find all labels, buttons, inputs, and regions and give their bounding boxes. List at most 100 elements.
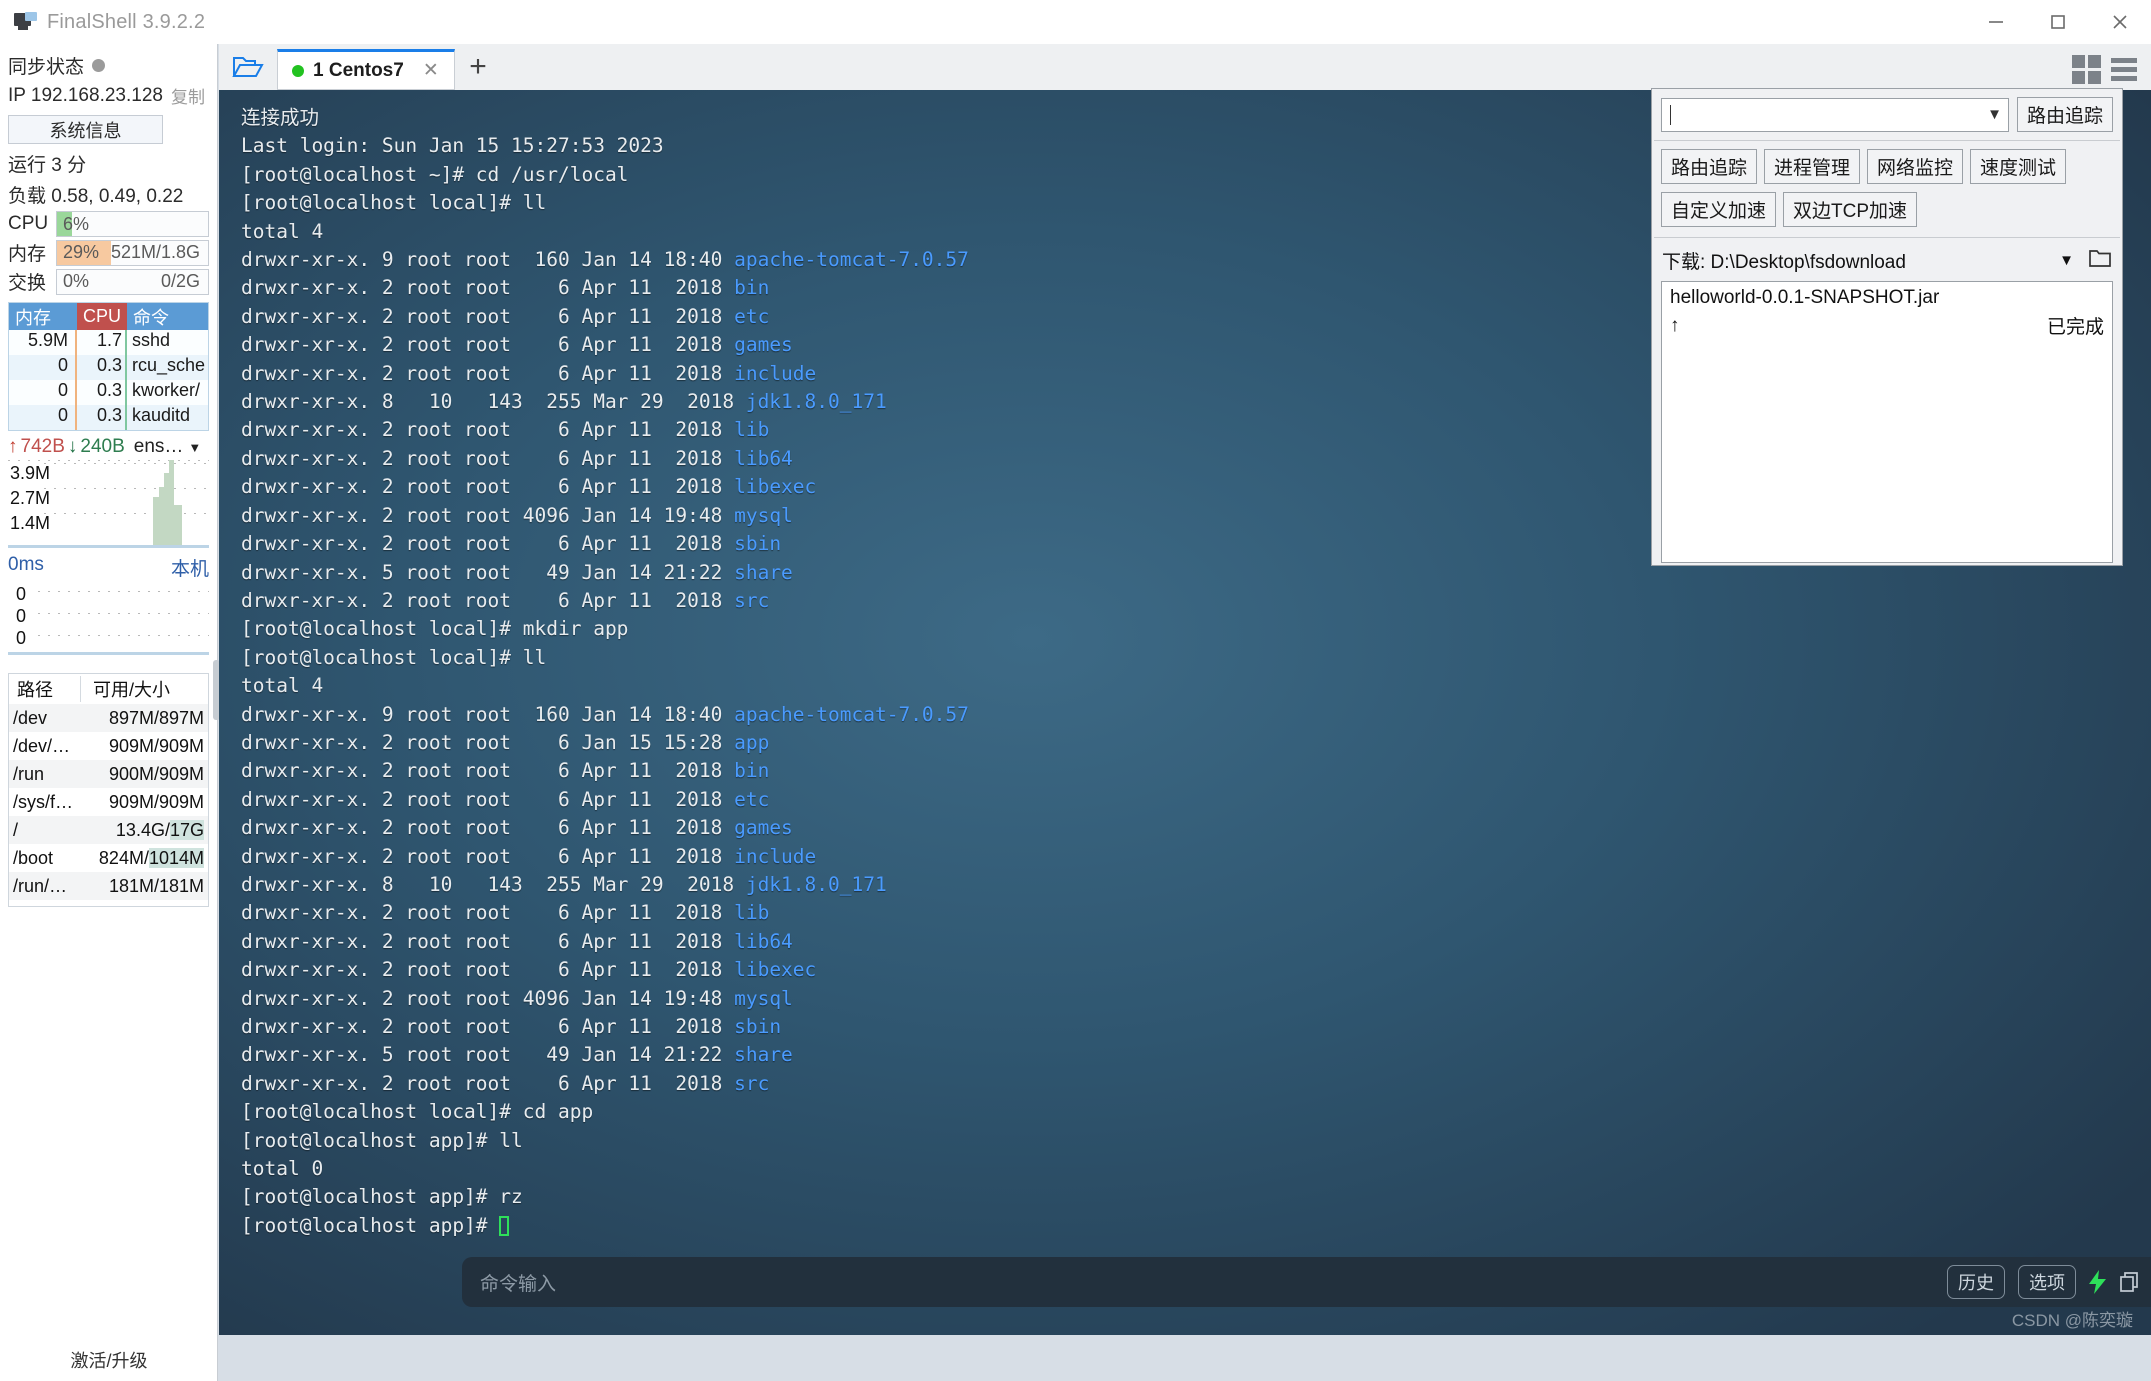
command-input-bar[interactable]: 命令输入 历史 选项 xyxy=(462,1257,2151,1307)
chevron-down-icon[interactable]: ▼ xyxy=(2059,252,2074,269)
terminal-directory: bin xyxy=(734,276,770,300)
terminal-line: drwxr-xr-x. 5 root root 49 Jan 14 21:22 … xyxy=(241,1043,793,1067)
bolt-icon[interactable] xyxy=(2089,1270,2106,1294)
app-logo-icon xyxy=(14,12,38,32)
table-row[interactable]: 5.9M 1.7 sshd xyxy=(9,330,208,355)
chevron-down-icon[interactable]: ▼ xyxy=(1987,106,2002,123)
table-row[interactable]: 0 0.3 kworker/ xyxy=(9,380,208,405)
load-row: 负载 0.58, 0.49, 0.22 xyxy=(0,179,217,210)
chevron-down-icon[interactable]: ▼ xyxy=(188,440,201,455)
process-command: kworker/ xyxy=(132,380,201,400)
disk-usage-table: 路径 可用/大小 /dev 897M/897M /dev/… 909M/909M… xyxy=(8,673,209,907)
terminal-line: total 0 xyxy=(241,1157,324,1181)
finalshell-window: FinalShell 3.9.2.2 同步状态 IP 192.168.23.12… xyxy=(0,0,2151,1381)
title-bar: FinalShell 3.9.2.2 xyxy=(0,0,2151,44)
disk-path: / xyxy=(13,819,19,840)
terminal-line: [root@localhost app]# ll xyxy=(241,1128,523,1152)
tab-status-icon xyxy=(292,64,304,77)
uptime-row: 运行 3 分 xyxy=(0,148,217,179)
new-tab-button[interactable]: + xyxy=(455,44,501,90)
terminal-directory: sbin xyxy=(734,532,782,556)
terminal-line: drwxr-xr-x. 2 root root 6 Apr 11 2018 ga… xyxy=(241,816,793,840)
tab-speed-test[interactable]: 速度测试 xyxy=(1970,149,2067,184)
system-info-button[interactable]: 系统信息 xyxy=(8,115,163,144)
tab-centos7[interactable]: 1 Centos7 ✕ xyxy=(277,49,455,90)
disk-size: 824M/1014M xyxy=(98,847,204,868)
download-rate: 240B xyxy=(80,436,125,457)
ip-address-label: IP 192.168.23.128 xyxy=(8,84,163,106)
ping-header: 0ms 本机 xyxy=(0,548,217,583)
disk-size: 900M/909M xyxy=(108,763,204,784)
table-row[interactable]: /sys/f… 909M/909M xyxy=(9,788,208,816)
watermark: CSDN @陈奕璇 xyxy=(2011,1311,2133,1330)
table-row[interactable]: / 13.4G/17G xyxy=(9,816,208,844)
terminal-prompt-line: [root@localhost app]# xyxy=(241,1212,2151,1240)
close-icon[interactable]: ✕ xyxy=(423,59,439,82)
terminal-line: drwxr-xr-x. 2 root root 6 Apr 11 2018 li… xyxy=(241,958,817,982)
table-row[interactable]: /dev 897M/897M xyxy=(9,704,208,732)
process-header-memory[interactable]: 内存 xyxy=(9,303,77,330)
download-list[interactable]: helloworld-0.0.1-SNAPSHOT.jar ↑ 已完成 xyxy=(1661,281,2113,563)
process-header-command[interactable]: 命令 xyxy=(127,303,208,330)
options-button[interactable]: 选项 xyxy=(2018,1265,2076,1299)
text-cursor xyxy=(1670,104,1671,125)
copy-icon[interactable] xyxy=(2119,1271,2141,1293)
network-traffic-graph: 3.9M 2.7M 1.4M xyxy=(8,460,209,548)
table-row[interactable]: /run/… 181M/181M xyxy=(9,872,208,900)
disk-size: 909M/909M xyxy=(108,791,204,812)
open-folder-icon[interactable] xyxy=(219,44,277,90)
disk-size-highlight: 17G xyxy=(169,819,204,840)
terminal-directory: games xyxy=(734,816,793,840)
ip-row: IP 192.168.23.128 复制 xyxy=(0,81,217,110)
ping-host-label[interactable]: 本机 xyxy=(171,554,209,581)
process-table-header: 内存 CPU 命令 xyxy=(9,303,208,330)
tab-bar: 1 Centos7 ✕ + xyxy=(219,44,2151,90)
list-item[interactable]: helloworld-0.0.1-SNAPSHOT.jar ↑ 已完成 xyxy=(1670,287,2104,339)
terminal-line: drwxr-xr-x. 2 root root 6 Apr 11 2018 sr… xyxy=(241,588,770,612)
copy-ip-button[interactable]: 复制 xyxy=(171,83,205,108)
tab-network-monitor[interactable]: 网络监控 xyxy=(1867,149,1964,184)
folder-icon[interactable] xyxy=(2088,248,2112,274)
tab-process-manager[interactable]: 进程管理 xyxy=(1764,149,1861,184)
list-layout-icon[interactable] xyxy=(2111,58,2137,81)
tcp-accel-button[interactable]: 双边TCP加速 xyxy=(1783,192,1918,227)
network-y-label-3: 1.4M xyxy=(10,513,51,533)
terminal-directory: lib xyxy=(734,418,770,442)
table-row[interactable]: /run 900M/909M xyxy=(9,760,208,788)
process-command: kauditd xyxy=(132,405,191,425)
tab-route-trace[interactable]: 路由追踪 xyxy=(1661,149,1758,184)
swap-detail: 0/2G xyxy=(160,271,200,291)
process-memory: 0 xyxy=(9,405,77,430)
ping-y-label-3: 0 xyxy=(16,628,27,648)
disk-header-path[interactable]: 路径 xyxy=(9,676,81,702)
disk-header-size[interactable]: 可用/大小 xyxy=(81,676,208,702)
host-combobox[interactable]: ▼ xyxy=(1661,97,2009,132)
disk-size: 181M/181M xyxy=(108,875,204,896)
network-bars xyxy=(153,460,183,545)
process-command: sshd xyxy=(132,330,171,350)
download-file-meta: ↑ 已完成 xyxy=(1670,312,2104,339)
upload-arrow-icon: ↑ xyxy=(8,436,18,457)
custom-accel-button[interactable]: 自定义加速 xyxy=(1661,192,1777,227)
grid-layout-icon[interactable] xyxy=(2072,55,2101,84)
terminal-directory: etc xyxy=(734,787,770,811)
minimize-button[interactable] xyxy=(1965,0,2027,44)
command-input[interactable]: 命令输入 xyxy=(480,1269,556,1296)
close-button[interactable] xyxy=(2089,0,2151,44)
history-button[interactable]: 历史 xyxy=(1947,1265,2005,1299)
activate-upgrade-link[interactable]: 激活/升级 xyxy=(0,1347,217,1373)
terminal-line: drwxr-xr-x. 2 root root 6 Apr 11 2018 in… xyxy=(241,844,817,868)
maximize-button[interactable] xyxy=(2027,0,2089,44)
terminal-line: drwxr-xr-x. 9 root root 160 Jan 14 18:40… xyxy=(241,702,969,726)
table-row[interactable]: 0 0.3 rcu_sche xyxy=(9,355,208,380)
download-arrow-icon: ↓ xyxy=(67,436,78,457)
table-row[interactable]: /dev/… 909M/909M xyxy=(9,732,208,760)
table-row[interactable]: 0 0.3 kauditd xyxy=(9,405,208,430)
ping-y-label-1: 0 xyxy=(16,584,27,604)
cpu-meter-label: CPU xyxy=(8,213,49,234)
terminal-line: [root@localhost local]# ll xyxy=(241,645,547,669)
network-interface-label[interactable]: ens… xyxy=(134,436,184,458)
route-trace-button[interactable]: 路由追踪 xyxy=(2016,97,2113,132)
process-header-cpu[interactable]: CPU xyxy=(77,303,127,330)
table-row[interactable]: /boot 824M/1014M xyxy=(9,844,208,872)
